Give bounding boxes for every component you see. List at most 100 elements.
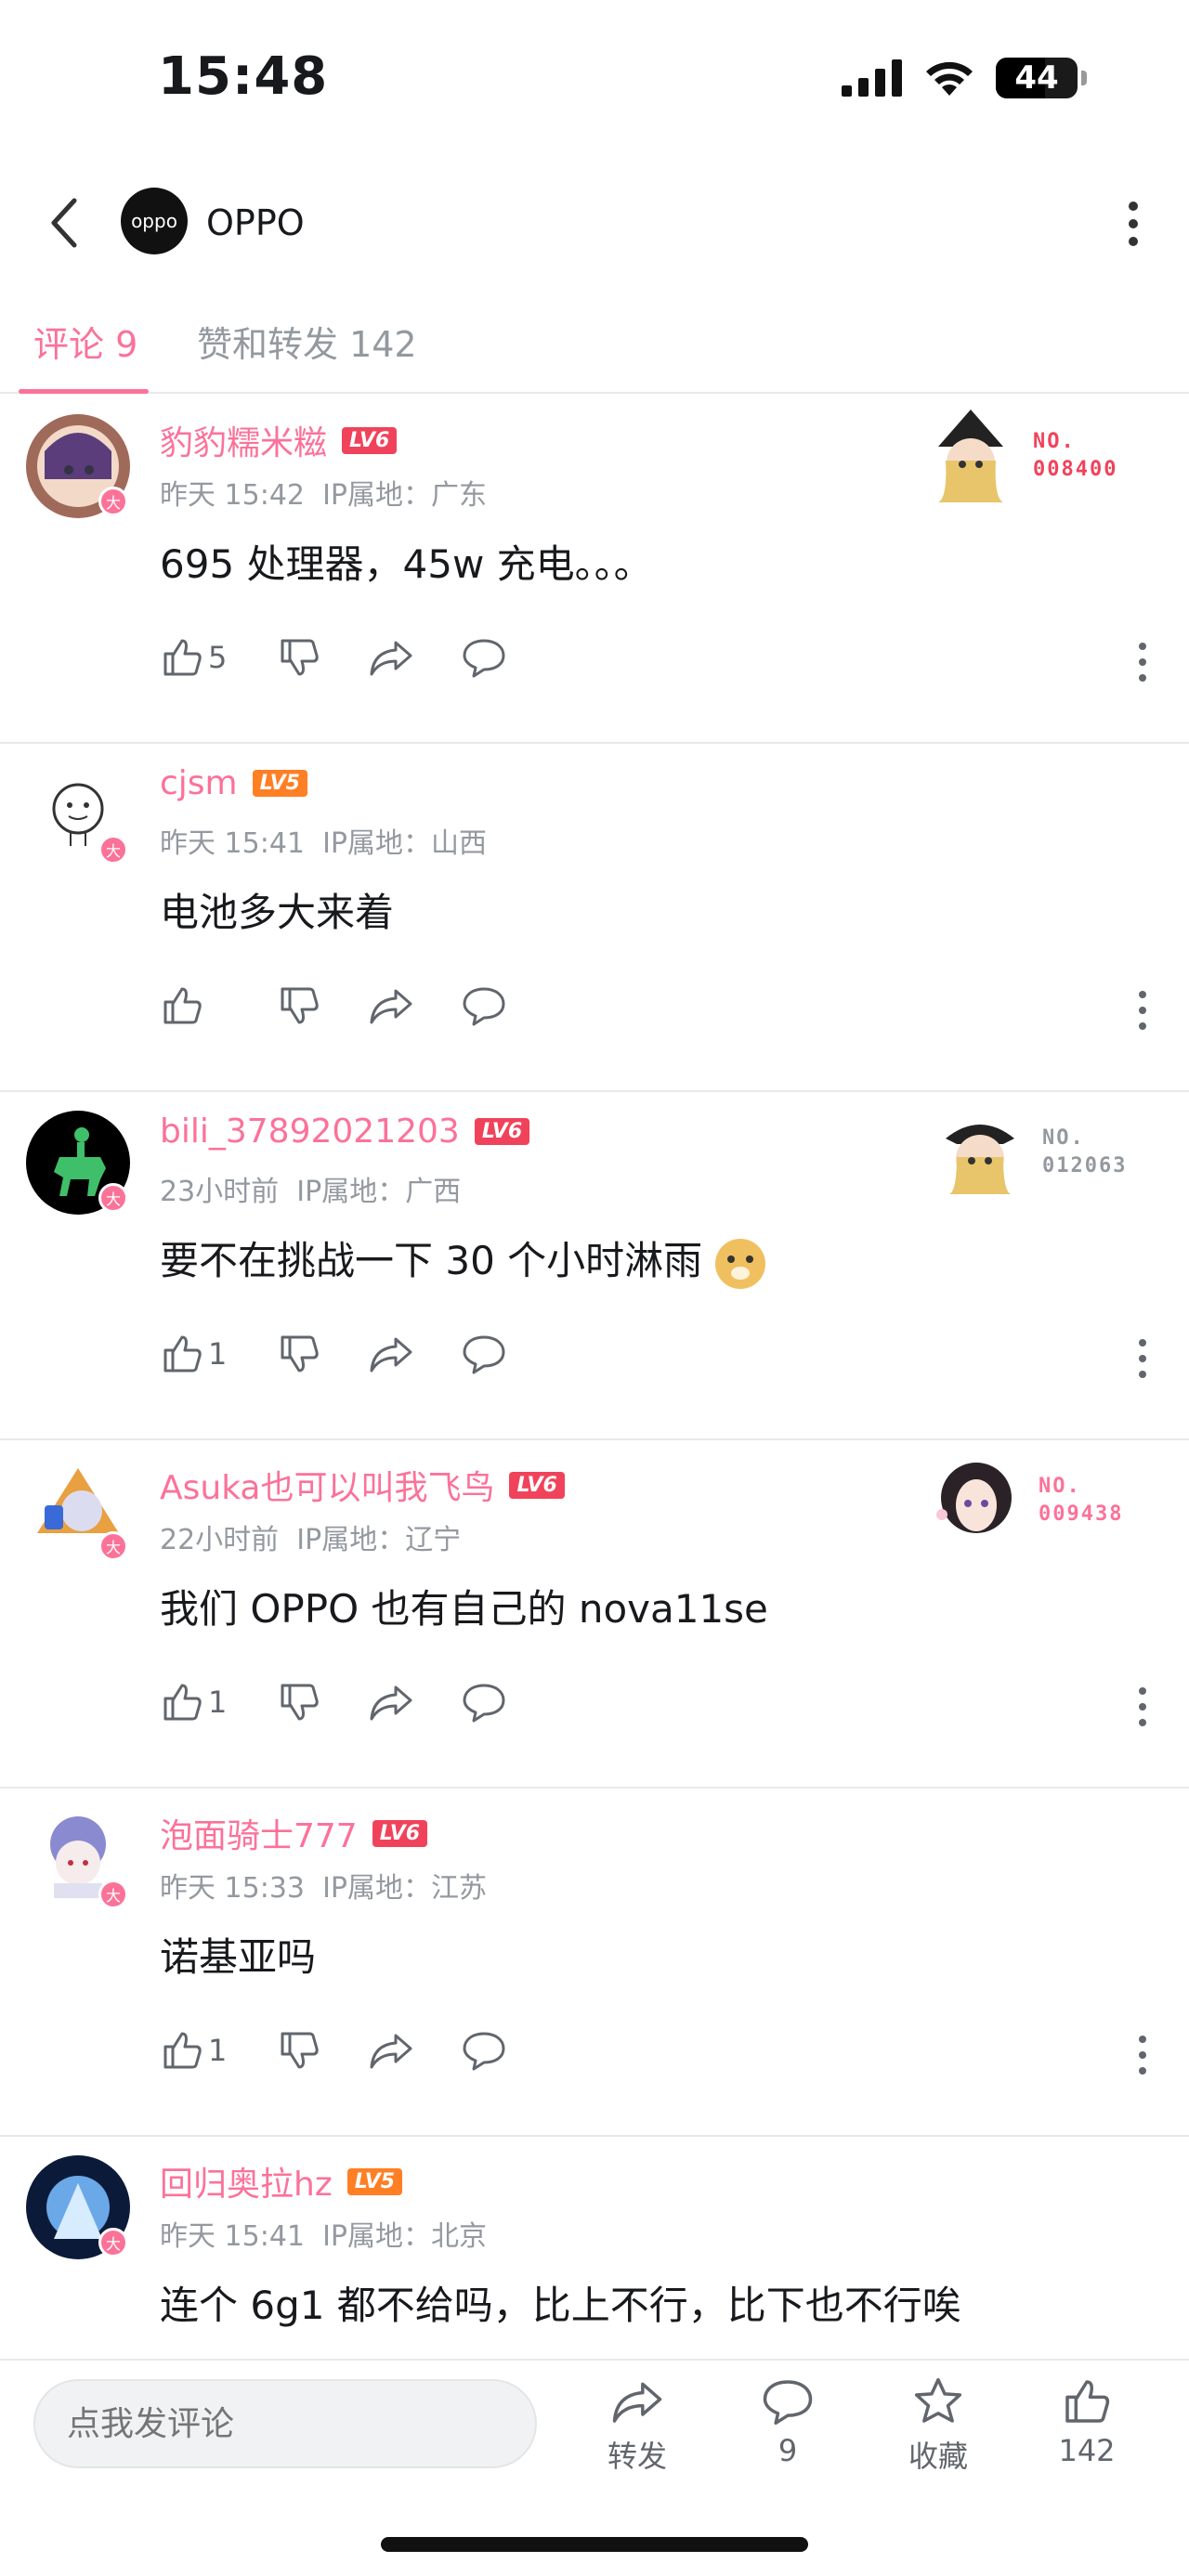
dislike-button[interactable] [277, 1680, 321, 1724]
logo-text: oppo [131, 210, 177, 232]
more-vertical-icon[interactable] [1133, 1335, 1152, 1382]
like-button[interactable] [160, 983, 230, 1028]
fan-card-image [946, 1125, 1014, 1194]
share-button[interactable] [368, 2028, 414, 2073]
avatar[interactable]: 大 [26, 762, 130, 866]
username[interactable]: 泡面骑士777 [160, 1809, 358, 1857]
top-nav: oppo OPPO [0, 167, 1189, 279]
comment-time: 昨天 15:42 [160, 479, 305, 512]
more-vertical-icon[interactable] [1115, 199, 1152, 249]
more-vertical-icon[interactable] [1133, 1684, 1152, 1730]
like-button[interactable]: 142 [1031, 2375, 1143, 2468]
fan-card-image [936, 1463, 1012, 1533]
ip-location: IP属地：辽宁 [296, 1524, 462, 1556]
wifi-icon [926, 61, 973, 96]
fan-card-image [938, 410, 1003, 502]
share-button[interactable] [368, 983, 414, 1028]
thumb-down-icon [281, 987, 319, 1024]
share-button[interactable] [368, 1680, 414, 1724]
level-badge: LV5 [252, 770, 307, 797]
like-count: 5 [208, 640, 228, 675]
back-icon[interactable] [37, 193, 93, 253]
reply-button[interactable] [461, 2028, 507, 2073]
dislike-button[interactable] [277, 983, 321, 1028]
dislike-button[interactable] [277, 635, 321, 680]
comment-input[interactable] [33, 2379, 537, 2468]
comment-icon [463, 987, 505, 1026]
level-badge: LV6 [474, 1118, 530, 1145]
username[interactable]: 豹豹糯米糍 [160, 416, 327, 464]
home-indicator[interactable] [381, 2537, 808, 2552]
username[interactable]: 回归奥拉hz [160, 2157, 333, 2205]
share-button[interactable] [368, 1332, 414, 1376]
fan-card[interactable]: NO. 008400 [920, 405, 1117, 507]
dislike-button[interactable] [277, 2028, 321, 2073]
username[interactable]: Asuka也可以叫我飞鸟 [160, 1461, 494, 1509]
comment-item: 大 Asuka也可以叫我飞鸟 LV6 22小时前 IP属地：辽宁 NO. 0094… [0, 1440, 1189, 1789]
comment-item: 大 豹豹糯米糍 LV6 昨天 15:42 IP属地：广东 NO. 008400 6… [0, 396, 1189, 744]
ip-location: IP属地：广西 [296, 1176, 462, 1208]
tab-bar: 评论 9 赞和转发 142 [0, 297, 1189, 394]
avatar[interactable]: 大 [26, 1459, 130, 1563]
fan-card[interactable]: NO. 009438 [925, 1450, 1123, 1552]
comment-time: 昨天 15:41 [160, 2220, 305, 2253]
like-button[interactable]: 5 [160, 635, 230, 680]
reply-button[interactable] [461, 635, 507, 680]
ip-location: IP属地：广东 [322, 479, 488, 512]
reply-button[interactable] [461, 983, 507, 1028]
thumb-up-icon [163, 1684, 202, 1721]
like-count: 142 [1058, 2433, 1116, 2468]
comment-content: 695 处理器，45w 充电。。。 [160, 541, 653, 587]
like-count: 1 [208, 2033, 228, 2068]
avatar[interactable]: 大 [26, 2155, 130, 2259]
share-button[interactable]: 转发 [581, 2375, 693, 2476]
share-button[interactable] [368, 635, 414, 680]
fan-card[interactable]: NO. 012063 [929, 1101, 1127, 1203]
tab-likes-shares[interactable]: 赞和转发 142 [197, 316, 417, 367]
tab-comments[interactable]: 评论 9 [33, 316, 137, 367]
comment-button[interactable]: 9 [732, 2375, 843, 2468]
fan-number: NO. 008400 [1033, 430, 1118, 481]
level-badge: LV5 [346, 2167, 403, 2195]
vip-badge: 大 [98, 487, 128, 516]
dislike-button[interactable] [277, 1332, 321, 1376]
reply-button[interactable] [461, 1680, 507, 1724]
reply-button[interactable] [461, 1332, 507, 1376]
username[interactable]: cjsm [160, 764, 238, 802]
fan-number: NO. 012063 [1042, 1126, 1128, 1177]
comment-actions [160, 983, 554, 1028]
comment-meta: 昨天 15:41 IP属地：山西 [160, 820, 487, 861]
like-count: 1 [208, 1336, 228, 1372]
avatar[interactable]: 大 [26, 1807, 130, 1911]
vip-badge: 大 [98, 835, 128, 865]
vip-badge: 大 [98, 1531, 128, 1561]
thumb-down-icon [281, 2032, 319, 2069]
like-button[interactable]: 1 [160, 1332, 230, 1376]
comment-icon [763, 2380, 813, 2426]
channel-logo[interactable]: oppo [121, 188, 188, 254]
avatar[interactable]: 大 [26, 414, 130, 518]
like-button[interactable]: 1 [160, 1680, 230, 1724]
star-icon [914, 2377, 962, 2423]
status-bar: 15:48 44 [0, 0, 1189, 158]
comment-item: 大 泡面骑士777 LV6 昨天 15:33 IP属地：江苏 诺基亚吗 1 [0, 1789, 1189, 2137]
more-vertical-icon[interactable] [1133, 639, 1152, 685]
comment-actions: 5 [160, 635, 554, 680]
comment-meta: 22小时前 IP属地：辽宁 [160, 1516, 461, 1557]
more-vertical-icon[interactable] [1133, 2032, 1152, 2078]
favorite-button[interactable]: 收藏 [882, 2375, 994, 2476]
comment-actions: 1 [160, 1332, 554, 1376]
share-icon [370, 2034, 412, 2069]
comment-content: 我们 OPPO 也有自己的 nova11se [160, 1586, 768, 1632]
ip-location: IP属地：北京 [322, 2220, 488, 2253]
share-label: 转发 [607, 2439, 667, 2474]
favorite-label: 收藏 [908, 2439, 968, 2474]
more-vertical-icon[interactable] [1133, 987, 1152, 1034]
thumb-down-icon [281, 639, 319, 676]
like-button[interactable]: 1 [160, 2028, 230, 2073]
page-title[interactable]: OPPO [206, 202, 305, 243]
username[interactable]: bili_37892021203 [160, 1112, 460, 1151]
avatar[interactable]: 大 [26, 1111, 130, 1215]
comment-content: 要不在挑战一下 30 个小时淋雨 [160, 1229, 765, 1289]
ip-location: IP属地：江苏 [322, 1872, 488, 1905]
